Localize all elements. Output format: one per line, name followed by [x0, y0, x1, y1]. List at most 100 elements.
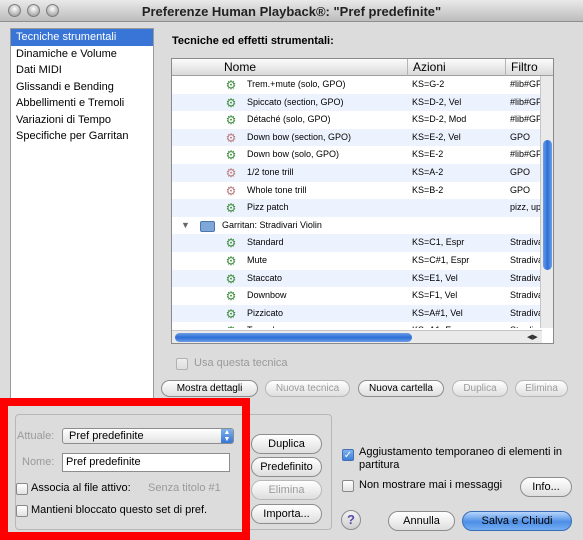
keep-locked-checkbox[interactable]: [16, 505, 28, 517]
keep-locked-label: Mantieni bloccato questo set di pref.: [31, 504, 208, 516]
technique-actions: KS=F1, Vel: [412, 290, 458, 301]
vertical-scroll-thumb[interactable]: [543, 140, 552, 270]
sidebar-item-variazioni-tempo[interactable]: Variazioni di Tempo: [11, 112, 153, 129]
gear-icon: ⚙: [224, 324, 238, 328]
section-title: Tecniche ed effetti strumentali:: [172, 35, 334, 47]
sidebar-item-tecniche-strumentali[interactable]: Tecniche strumentali: [11, 29, 153, 46]
gear-icon: ⚙: [225, 306, 237, 321]
never-show-messages-checkbox[interactable]: [342, 480, 354, 492]
new-technique-button[interactable]: Nuova tecnica: [265, 380, 350, 397]
technique-actions: KS=A-2: [412, 167, 444, 177]
delete-technique-button[interactable]: Elimina: [515, 380, 568, 397]
sidebar-item-abbellimenti-tremoli[interactable]: Abbellimenti e Tremoli: [11, 95, 153, 112]
info-button[interactable]: Info...: [520, 477, 572, 497]
column-header-filtro[interactable]: Filtro: [507, 60, 538, 75]
technique-name: Pizzicato: [247, 307, 284, 318]
technique-filter: Stradivari: [510, 272, 542, 283]
technique-name: Down bow (solo, GPO): [247, 149, 340, 160]
temporary-adjust-label: Aggiustamento temporaneo di elementi in …: [359, 446, 563, 471]
table-row[interactable]: ⚙ Down bow (solo, GPO) KS=E-2 #lib#GPO: [172, 146, 542, 164]
table-row[interactable]: ⚙ Spiccato (section, GPO) KS=D-2, Vel #lib#…: [172, 93, 542, 112]
technique-filter: GPO: [510, 167, 531, 177]
technique-actions: KS=B-2: [412, 184, 444, 195]
new-folder-button[interactable]: Nuova cartella: [358, 380, 444, 397]
table-row[interactable]: ⚙ Down bow (section, GPO) KS=E-2, Vel GPO: [172, 128, 542, 147]
disclosure-triangle-icon[interactable]: ▼: [181, 217, 190, 235]
technique-name: 1/2 tone trill: [247, 167, 294, 177]
default-set-button[interactable]: Predefinito: [251, 457, 322, 477]
temporary-adjust-checkbox[interactable]: ✓: [342, 449, 354, 461]
technique-actions: KS=C#1, Espr: [412, 255, 470, 265]
technique-filter: #lib#GPO: [510, 96, 542, 107]
use-technique-checkbox[interactable]: [176, 358, 188, 370]
technique-actions: KS=D-2, Vel: [412, 96, 462, 107]
sidebar-item-glissandi-bending[interactable]: Glissandi e Bending: [11, 79, 153, 96]
gear-icon: ⚙: [225, 183, 237, 198]
table-row[interactable]: ⚙ Mute KS=C#1, Espr Stradivari: [172, 252, 542, 270]
set-name-field[interactable]: Pref predefinite: [62, 453, 230, 472]
techniques-table: Nome Azioni Filtro ⚙ Trem.+mute (solo, GP…: [171, 58, 554, 344]
technique-actions: KS=A#1, Vel: [412, 307, 463, 318]
gear-icon: ⚙: [225, 271, 237, 286]
horizontal-scrollbar[interactable]: ◀▶: [172, 330, 542, 343]
table-group-row[interactable]: ▼ Garritan: Stradivari Violin: [172, 217, 542, 235]
duplicate-set-button[interactable]: Duplica: [251, 434, 322, 454]
gear-icon: ⚙: [225, 113, 237, 128]
technique-name: Tremolo: [247, 322, 407, 328]
table-row[interactable]: ⚙ Staccato KS=E1, Vel Stradivari: [172, 269, 542, 288]
table-row[interactable]: ⚙ Downbow KS=F1, Vel Stradivari: [172, 287, 542, 305]
table-row[interactable]: ⚙ Détaché (solo, GPO) KS=D-2, Mod #lib#GPO: [172, 111, 542, 129]
associate-file-label: Associa al file attivo:: [31, 482, 131, 494]
column-header-nome[interactable]: Nome: [220, 60, 256, 75]
table-row[interactable]: ⚙ Pizz patch pizz, uprig: [172, 199, 542, 217]
delete-set-button[interactable]: Elimina: [251, 480, 322, 500]
sidebar-item-specifiche-garritan[interactable]: Specifiche per Garritan: [11, 128, 153, 145]
table-row[interactable]: ⚙ Pizzicato KS=A#1, Vel Stradivari: [172, 304, 542, 323]
technique-actions: KS=E-2: [412, 149, 444, 160]
technique-name: Mute: [247, 255, 268, 265]
sidebar-item-dati-midi[interactable]: Dati MIDI: [11, 62, 153, 79]
technique-actions: KS=C1, Espr: [412, 237, 465, 248]
table-row[interactable]: ⚙ 1/2 tone trill KS=A-2 GPO: [172, 164, 542, 182]
import-set-button[interactable]: Importa...: [251, 504, 322, 524]
technique-actions: KS=E-2, Vel: [412, 131, 461, 142]
name-label: Nome:: [22, 456, 55, 468]
technique-name: Staccato: [247, 272, 283, 283]
column-header-azioni[interactable]: Azioni: [409, 60, 446, 75]
table-header: Nome Azioni Filtro: [172, 59, 553, 76]
gear-icon: ⚙: [225, 201, 237, 216]
vertical-scrollbar[interactable]: [540, 76, 553, 328]
gear-icon: ⚙: [225, 289, 237, 304]
scroll-left-arrow-icon[interactable]: ◀▶: [527, 333, 538, 341]
horizontal-scroll-thumb[interactable]: [175, 333, 412, 342]
technique-name: Détaché (solo, GPO): [247, 114, 331, 125]
technique-filter: #lib#GPO: [510, 79, 542, 89]
technique-filter: Stradivari: [510, 307, 542, 318]
associate-file-checkbox[interactable]: [16, 483, 28, 495]
gear-icon: ⚙: [225, 130, 237, 145]
save-and-close-button[interactable]: Salva e Chiudi: [462, 511, 572, 531]
technique-filter: Stradivari: [510, 237, 542, 248]
window-title: Preferenze Human Playback®: "Pref predef…: [141, 4, 442, 19]
technique-name: Whole tone trill: [247, 184, 307, 195]
group-name: Garritan: Stradivari Violin: [222, 219, 322, 230]
never-show-messages-label: Non mostrare mai i messaggi: [359, 479, 503, 491]
technique-name: Down bow (section, GPO): [247, 131, 352, 142]
cancel-button[interactable]: Annulla: [388, 511, 455, 531]
help-button[interactable]: ?: [341, 510, 361, 530]
technique-filter: GPO: [510, 131, 531, 142]
current-set-popup[interactable]: Pref predefinite ▲ ▼: [62, 428, 234, 444]
show-details-button[interactable]: Mostra dettagli: [161, 380, 258, 397]
technique-actions: KS=A1, Espr: [412, 322, 505, 328]
gear-icon: ⚙: [225, 166, 237, 180]
duplicate-technique-button[interactable]: Duplica: [452, 380, 508, 397]
table-row[interactable]: ⚙ Tremolo KS=A1, Espr Stradivari: [172, 322, 542, 328]
gear-icon: ⚙: [225, 254, 237, 268]
table-row[interactable]: ⚙ Trem.+mute (solo, GPO) KS=G-2 #lib#GPO: [172, 76, 542, 94]
table-row[interactable]: ⚙ Standard KS=C1, Espr Stradivari: [172, 234, 542, 252]
table-row[interactable]: ⚙ Whole tone trill KS=B-2 GPO: [172, 182, 542, 200]
technique-filter: Stradivari: [510, 322, 542, 328]
current-set-label: Attuale:: [17, 430, 55, 442]
sidebar-item-dinamiche-volume[interactable]: Dinamiche e Volume: [11, 46, 153, 63]
current-set-value: Pref predefinite: [69, 430, 144, 442]
